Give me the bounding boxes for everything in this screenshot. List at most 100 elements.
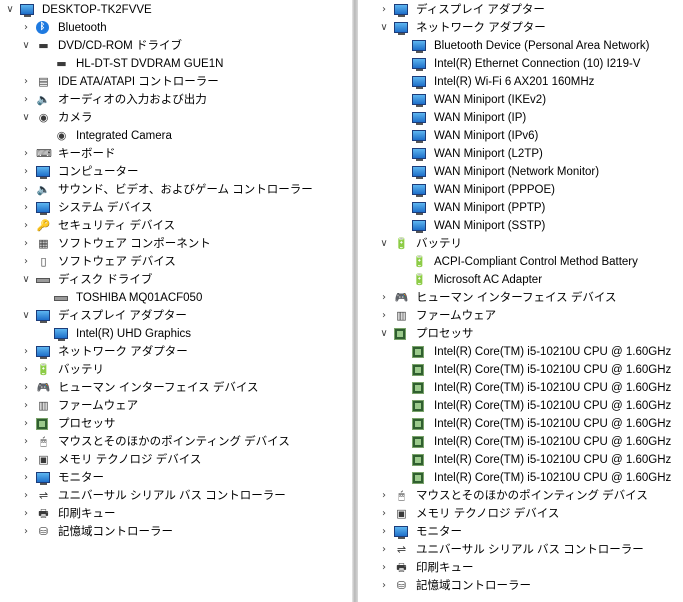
- chevron-right-icon[interactable]: ›: [20, 415, 32, 433]
- tree-category-row[interactable]: › ▣ メモリ テクノロジ デバイス: [0, 451, 352, 469]
- tree-category-row[interactable]: › 🖶 印刷キュー: [0, 505, 352, 523]
- chevron-right-icon[interactable]: ›: [378, 523, 390, 541]
- tree-device-row[interactable]: Intel(R) Core(TM) i5-10210U CPU @ 1.60GH…: [358, 397, 683, 415]
- chevron-right-icon[interactable]: ›: [20, 487, 32, 505]
- tree-category-row[interactable]: › 🖱 マウスとそのほかのポインティング デバイス: [358, 487, 683, 505]
- tree-device-row[interactable]: WAN Miniport (Network Monitor): [358, 163, 683, 181]
- tree-category-row[interactable]: › ▯ ソフトウェア デバイス: [0, 253, 352, 271]
- tree-root[interactable]: ∨ DESKTOP-TK2FVVE: [0, 1, 352, 19]
- tree-category-row[interactable]: › ⛁ 記憶域コントローラー: [0, 523, 352, 541]
- tree-category-row[interactable]: ∨ プロセッサ: [358, 325, 683, 343]
- chevron-right-icon[interactable]: ›: [20, 73, 32, 91]
- tree-device-row[interactable]: 🔋 ACPI-Compliant Control Method Battery: [358, 253, 683, 271]
- chevron-right-icon[interactable]: ›: [378, 487, 390, 505]
- chevron-right-icon[interactable]: ›: [20, 163, 32, 181]
- chevron-right-icon[interactable]: ›: [378, 505, 390, 523]
- tree-device-row[interactable]: Intel(R) Core(TM) i5-10210U CPU @ 1.60GH…: [358, 343, 683, 361]
- tree-device-row[interactable]: Intel(R) Core(TM) i5-10210U CPU @ 1.60GH…: [358, 433, 683, 451]
- tree-category-row[interactable]: › プロセッサ: [0, 415, 352, 433]
- tree-category-row[interactable]: › ディスプレイ アダプター: [358, 1, 683, 19]
- chevron-right-icon[interactable]: ›: [20, 217, 32, 235]
- chevron-right-icon[interactable]: ›: [20, 361, 32, 379]
- tree-category-row[interactable]: › ⇌ ユニバーサル シリアル バス コントローラー: [0, 487, 352, 505]
- chevron-down-icon[interactable]: ∨: [20, 271, 32, 289]
- chevron-right-icon[interactable]: ›: [20, 523, 32, 541]
- tree-category-row[interactable]: › ⛁ 記憶域コントローラー: [358, 577, 683, 595]
- tree-device-row[interactable]: Intel(R) Core(TM) i5-10210U CPU @ 1.60GH…: [358, 361, 683, 379]
- chevron-right-icon[interactable]: ›: [20, 343, 32, 361]
- chevron-right-icon[interactable]: ›: [20, 433, 32, 451]
- chevron-down-icon[interactable]: ∨: [20, 37, 32, 55]
- tree-category-row[interactable]: ∨ ディスプレイ アダプター: [0, 307, 352, 325]
- chevron-down-icon[interactable]: ∨: [378, 325, 390, 343]
- tree-device-row[interactable]: WAN Miniport (SSTP): [358, 217, 683, 235]
- tree-category-row[interactable]: › モニター: [0, 469, 352, 487]
- tree-device-row[interactable]: Intel(R) UHD Graphics: [0, 325, 352, 343]
- tree-category-row[interactable]: ∨ 🔋 バッテリ: [358, 235, 683, 253]
- chevron-right-icon[interactable]: ›: [20, 19, 32, 37]
- tree-category-row[interactable]: ∨ ▬ DVD/CD-ROM ドライブ: [0, 37, 352, 55]
- tree-category-row[interactable]: › ᛒ Bluetooth: [0, 19, 352, 37]
- tree-category-row[interactable]: › ▣ メモリ テクノロジ デバイス: [358, 505, 683, 523]
- chevron-right-icon[interactable]: ›: [20, 505, 32, 523]
- tree-category-row[interactable]: › 🔑 セキュリティ デバイス: [0, 217, 352, 235]
- tree-device-row[interactable]: Bluetooth Device (Personal Area Network): [358, 37, 683, 55]
- tree-category-row[interactable]: › ▦ ソフトウェア コンポーネント: [0, 235, 352, 253]
- chevron-right-icon[interactable]: ›: [20, 91, 32, 109]
- tree-category-row[interactable]: ∨ ◉ カメラ: [0, 109, 352, 127]
- tree-category-row[interactable]: › 🎮 ヒューマン インターフェイス デバイス: [358, 289, 683, 307]
- tree-device-row[interactable]: TOSHIBA MQ01ACF050: [0, 289, 352, 307]
- chevron-down-icon[interactable]: ∨: [4, 1, 16, 19]
- tree-category-row[interactable]: › コンピューター: [0, 163, 352, 181]
- tree-device-row[interactable]: WAN Miniport (IKEv2): [358, 91, 683, 109]
- tree-category-row[interactable]: › 🔋 バッテリ: [0, 361, 352, 379]
- tree-category-row[interactable]: ∨ ディスク ドライブ: [0, 271, 352, 289]
- tree-device-row[interactable]: WAN Miniport (PPTP): [358, 199, 683, 217]
- tree-device-row[interactable]: 🔋 Microsoft AC Adapter: [358, 271, 683, 289]
- tree-category-row[interactable]: › ⌨ キーボード: [0, 145, 352, 163]
- tree-category-row[interactable]: › ⇌ ユニバーサル シリアル バス コントローラー: [358, 541, 683, 559]
- tree-device-row[interactable]: Intel(R) Core(TM) i5-10210U CPU @ 1.60GH…: [358, 415, 683, 433]
- tree-category-row[interactable]: › 🔈 サウンド、ビデオ、およびゲーム コントローラー: [0, 181, 352, 199]
- device-tree-right-pane[interactable]: › ディスプレイ アダプター ∨ ネットワーク アダプター Bluetooth Devi…: [358, 0, 683, 602]
- tree-device-row[interactable]: ◉ Integrated Camera: [0, 127, 352, 145]
- chevron-down-icon[interactable]: ∨: [378, 235, 390, 253]
- device-tree-left-pane[interactable]: ∨ DESKTOP-TK2FVVE › ᛒ Bluetooth ∨ ▬ DVD/CD-RO…: [0, 0, 352, 602]
- tree-category-row[interactable]: ∨ ネットワーク アダプター: [358, 19, 683, 37]
- chevron-right-icon[interactable]: ›: [378, 289, 390, 307]
- tree-category-row[interactable]: › 🖶 印刷キュー: [358, 559, 683, 577]
- tree-device-row[interactable]: Intel(R) Wi-Fi 6 AX201 160MHz: [358, 73, 683, 91]
- chevron-right-icon[interactable]: ›: [378, 307, 390, 325]
- tree-category-row[interactable]: › 🖱 マウスとそのほかのポインティング デバイス: [0, 433, 352, 451]
- chevron-right-icon[interactable]: ›: [20, 145, 32, 163]
- chevron-right-icon[interactable]: ›: [20, 235, 32, 253]
- chevron-down-icon[interactable]: ∨: [378, 19, 390, 37]
- chevron-right-icon[interactable]: ›: [20, 253, 32, 271]
- chevron-right-icon[interactable]: ›: [378, 577, 390, 595]
- tree-device-row[interactable]: ▬ HL-DT-ST DVDRAM GUE1N: [0, 55, 352, 73]
- chevron-right-icon[interactable]: ›: [20, 469, 32, 487]
- tree-category-row[interactable]: › 🔈 オーディオの入力および出力: [0, 91, 352, 109]
- tree-category-row[interactable]: › 🎮 ヒューマン インターフェイス デバイス: [0, 379, 352, 397]
- tree-category-row[interactable]: › ▤ IDE ATA/ATAPI コントローラー: [0, 73, 352, 91]
- chevron-right-icon[interactable]: ›: [20, 451, 32, 469]
- chevron-right-icon[interactable]: ›: [378, 1, 390, 19]
- tree-device-row[interactable]: Intel(R) Ethernet Connection (10) I219-V: [358, 55, 683, 73]
- chevron-right-icon[interactable]: ›: [20, 199, 32, 217]
- tree-category-row[interactable]: › モニター: [358, 523, 683, 541]
- chevron-right-icon[interactable]: ›: [20, 379, 32, 397]
- chevron-right-icon[interactable]: ›: [20, 397, 32, 415]
- tree-category-row[interactable]: › ▥ ファームウェア: [0, 397, 352, 415]
- chevron-down-icon[interactable]: ∨: [20, 307, 32, 325]
- chevron-down-icon[interactable]: ∨: [20, 109, 32, 127]
- tree-device-row[interactable]: WAN Miniport (IP): [358, 109, 683, 127]
- chevron-right-icon[interactable]: ›: [20, 181, 32, 199]
- tree-device-row[interactable]: WAN Miniport (L2TP): [358, 145, 683, 163]
- tree-device-row[interactable]: WAN Miniport (PPPOE): [358, 181, 683, 199]
- tree-category-row[interactable]: › システム デバイス: [0, 199, 352, 217]
- tree-category-row[interactable]: › ネットワーク アダプター: [0, 343, 352, 361]
- tree-category-row[interactable]: › ▥ ファームウェア: [358, 307, 683, 325]
- tree-device-row[interactable]: Intel(R) Core(TM) i5-10210U CPU @ 1.60GH…: [358, 469, 683, 487]
- tree-device-row[interactable]: Intel(R) Core(TM) i5-10210U CPU @ 1.60GH…: [358, 451, 683, 469]
- tree-device-row[interactable]: Intel(R) Core(TM) i5-10210U CPU @ 1.60GH…: [358, 379, 683, 397]
